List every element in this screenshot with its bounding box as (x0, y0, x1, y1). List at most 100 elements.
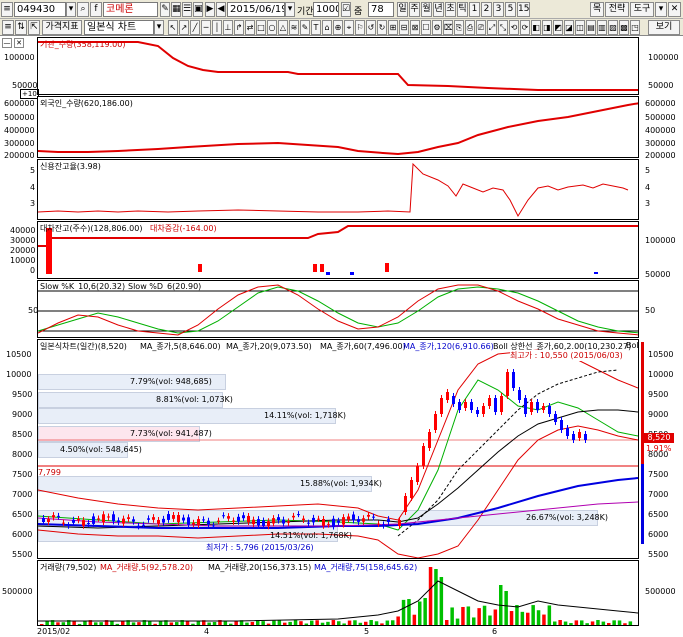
drawing-tool-28-icon[interactable]: ⎚ (476, 20, 486, 35)
drawing-tool-8-icon[interactable]: □ (256, 20, 266, 35)
drawing-tool-17-icon[interactable]: ⚐ (355, 20, 365, 35)
settings-icon[interactable]: ≡ (1, 2, 13, 17)
price-rtick-7: 7000 (648, 490, 669, 499)
drawing-tool-0-icon[interactable]: ↖ (168, 20, 178, 35)
loan-tick-1: 40000 (10, 226, 36, 235)
candle-body (506, 372, 509, 396)
count-input[interactable]: 78 (368, 2, 394, 17)
drawing-tool-26-icon[interactable]: ⎘ (454, 20, 464, 35)
drawing-tool-20-icon[interactable]: ⊞ (388, 20, 398, 35)
menu-button-2[interactable]: 전략 (605, 2, 629, 17)
code-input[interactable]: 049430 (14, 2, 66, 17)
menu-icon[interactable]: ≡ (2, 20, 14, 35)
close-icon[interactable]: ✕ (668, 2, 681, 17)
drawing-tool-7-icon[interactable]: ⇄ (245, 20, 255, 35)
expand-icon[interactable]: ⇱ (28, 20, 40, 35)
timeframe-button-7[interactable]: 2 (481, 2, 492, 17)
price-legend-1: 일본식차트(일간)(8,520) (40, 342, 127, 351)
drawing-tool-5-icon[interactable]: ⊥ (223, 20, 233, 35)
chart-type-dropdown-icon[interactable]: ▾ (154, 20, 164, 35)
timeframe-button-2[interactable]: 월 (421, 2, 432, 17)
menu-button-3[interactable]: 도구 (630, 2, 654, 17)
timeframe-button-6[interactable]: 1 (469, 2, 480, 17)
drawing-tool-6-icon[interactable]: ↱ (234, 20, 244, 35)
list-icon[interactable]: ☰ (182, 2, 192, 17)
drawing-tool-33-icon[interactable]: ◧ (531, 20, 541, 35)
timeframe-button-5[interactable]: 틱 (457, 2, 468, 17)
drawing-tool-38-icon[interactable]: ▤ (586, 20, 596, 35)
code-dropdown-icon[interactable]: ▾ (66, 2, 76, 17)
menu-button-1[interactable]: 목 (590, 2, 604, 17)
drawing-tool-13-icon[interactable]: T (311, 20, 321, 35)
drawing-tool-22-icon[interactable]: ⊠ (410, 20, 420, 35)
drawing-tool-30-icon[interactable]: ⤡ (498, 20, 508, 35)
drawing-tool-35-icon[interactable]: ◩ (553, 20, 563, 35)
drawing-tool-23-icon[interactable]: ☐ (421, 20, 431, 35)
drawing-tool-2-icon[interactable]: ╱ (190, 20, 200, 35)
panel-close-icon[interactable]: ✕ (14, 38, 24, 48)
drawing-tool-40-icon[interactable]: ▨ (608, 20, 618, 35)
timeframe-button-1[interactable]: 주 (409, 2, 420, 17)
drawing-tool-29-icon[interactable]: ⤢ (487, 20, 497, 35)
timeframe-button-8[interactable]: 3 (493, 2, 504, 17)
lock-icon[interactable]: ▣ (193, 2, 203, 17)
check-icon[interactable]: ☑ (341, 2, 351, 17)
price-tick-2: 9500 (12, 390, 33, 399)
drawing-tool-41-icon[interactable]: ▩ (619, 20, 629, 35)
f-button[interactable]: f (90, 2, 102, 17)
calendar-dropdown-icon[interactable]: ▾ (285, 2, 295, 17)
price-tick-7: 7000 (12, 490, 33, 499)
drawing-tool-19-icon[interactable]: ↻ (377, 20, 387, 35)
drawing-tool-25-icon[interactable]: ⌧ (443, 20, 453, 35)
drawing-tool-21-icon[interactable]: ⊟ (399, 20, 409, 35)
timeframe-button-0[interactable]: 일 (397, 2, 408, 17)
volume-bar (418, 601, 422, 625)
drawing-tool-16-icon[interactable]: ⌖ (344, 20, 354, 35)
search-icon[interactable]: ⌕ (77, 2, 89, 17)
timeframe-button-4[interactable]: 초 (445, 2, 456, 17)
loan-rtick-2: 50000 (645, 270, 671, 279)
drawing-tool-39-icon[interactable]: ▥ (597, 20, 607, 35)
drawing-tool-32-icon[interactable]: ⟳ (520, 20, 530, 35)
drawing-tool-14-icon[interactable]: ⌂ (322, 20, 332, 35)
drawing-tool-24-icon[interactable]: ⚙ (432, 20, 442, 35)
prev-icon[interactable]: ◀ (216, 2, 226, 17)
sort-icon[interactable]: ⇅ (15, 20, 27, 35)
stock-name-field: 코메론 (103, 2, 158, 17)
pencil-icon[interactable]: ✎ (160, 2, 170, 17)
drawing-tool-12-icon[interactable]: ✎ (300, 20, 310, 35)
drawing-tool-1-icon[interactable]: ↗ (179, 20, 189, 35)
drawing-tool-15-icon[interactable]: ⊕ (333, 20, 343, 35)
panel-collapse-icon[interactable]: — (2, 38, 12, 48)
candle-body (548, 406, 551, 414)
tab-price-indicator[interactable]: 가격지표 (42, 20, 82, 35)
drawing-tool-34-icon[interactable]: ◨ (542, 20, 552, 35)
period-input[interactable]: 1000 (313, 2, 339, 17)
tools-dropdown-icon[interactable]: ▾ (655, 2, 667, 17)
timeframe-button-3[interactable]: 년 (433, 2, 444, 17)
volume-bar (526, 612, 530, 625)
drawing-tool-3-icon[interactable]: ─ (201, 20, 211, 35)
timeframe-button-9[interactable]: 5 (505, 2, 516, 17)
drawing-tool-27-icon[interactable]: ⎙ (465, 20, 475, 35)
price-tick-1: 10000 (6, 370, 32, 379)
drawing-tool-10-icon[interactable]: △ (278, 20, 288, 35)
drawing-tool-18-icon[interactable]: ↺ (366, 20, 376, 35)
drawing-tool-11-icon[interactable]: ≋ (289, 20, 299, 35)
candle-body (167, 514, 170, 520)
view-button[interactable]: 보기 (648, 20, 680, 35)
drawing-tool-9-icon[interactable]: ○ (267, 20, 277, 35)
drawing-tool-36-icon[interactable]: ◪ (564, 20, 574, 35)
chart-type-select[interactable]: 일본식 차트 (84, 20, 154, 35)
xaxis-label-2: 4 (204, 627, 210, 636)
drawing-tool-31-icon[interactable]: ⟲ (509, 20, 519, 35)
drawing-tool-37-icon[interactable]: ◫ (575, 20, 585, 35)
volume-bar (77, 623, 82, 625)
drawing-tool-4-icon[interactable]: │ (212, 20, 222, 35)
timeframe-button-10[interactable]: 15 (517, 2, 530, 17)
play-icon[interactable]: ▶ (205, 2, 215, 17)
date-input[interactable]: 2015/06/19 (227, 2, 285, 17)
drawing-tool-42-icon[interactable]: ◳ (630, 20, 640, 35)
grid-icon[interactable]: ▦ (171, 2, 181, 17)
volume-bar (520, 611, 525, 625)
